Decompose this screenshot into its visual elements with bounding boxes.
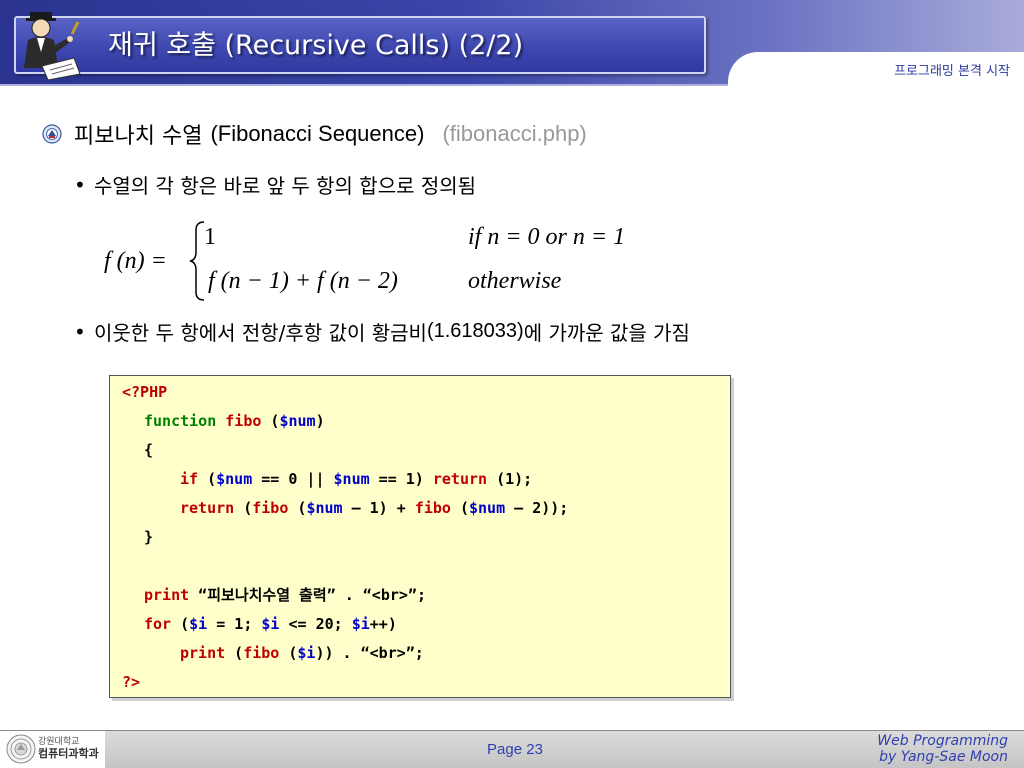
- fibonacci-formula: f (n) = 1 if n = 0 or n = 1 f (n − 1) + …: [104, 218, 664, 304]
- php-code-box: <?PHP function fibo ($num) { if ($num ==…: [109, 375, 731, 698]
- code-line-10: print (fibo ($i)) . “<br>”;: [180, 640, 424, 666]
- university-emblem-icon: [6, 734, 36, 764]
- sub-bullet-golden-ratio: • 이웃한 두 항에서 전항/후항 값이 황금비 (1.618033) 에 가까…: [74, 317, 690, 346]
- formula-case1-condition: if n = 0 or n = 1: [468, 224, 626, 250]
- function-name: fibo: [252, 499, 289, 517]
- function-name: fibo: [225, 412, 262, 430]
- code-token: ++): [369, 615, 397, 633]
- sub-bullet-ratio-text-before: 이웃한 두 항에서 전항/후항 값이 황금비: [94, 321, 427, 345]
- php-open-tag: <?PHP: [122, 383, 168, 401]
- bullet-dot: •: [74, 319, 86, 344]
- code-token: <= 20;: [279, 615, 352, 633]
- bullet-title-korean: 피보나치 수열: [74, 124, 203, 149]
- code-line-8: print “피보나치수열 출력” . “<br>”;: [144, 582, 426, 608]
- variable-token: $i: [261, 615, 280, 633]
- code-line-5: return (fibo ($num – 1) + fibo ($num – 2…: [180, 495, 568, 521]
- page-number: Page 23: [487, 741, 543, 758]
- code-token: == 1): [369, 470, 433, 488]
- code-token: == 0 ||: [252, 470, 334, 488]
- code-token: – 2));: [505, 499, 569, 517]
- keyword-return: return: [180, 499, 235, 517]
- keyword-function: function: [144, 412, 217, 430]
- keyword-if: if: [180, 470, 199, 488]
- code-token: (: [279, 644, 298, 662]
- code-token: (: [234, 499, 253, 517]
- code-token: (: [225, 644, 244, 662]
- section-label: 프로그래밍 본격 시작: [894, 64, 1010, 79]
- footer-school-line2: 컴퓨터과학과: [38, 747, 99, 760]
- bullet-title-english: (Fibonacci Sequence): [210, 121, 425, 146]
- footer-school-name: 강원대학교 컴퓨터과학과: [38, 737, 99, 759]
- variable-token: $i: [189, 615, 208, 633]
- footer-author: by Yang-Sae Moon: [879, 749, 1008, 765]
- code-token: }: [144, 528, 154, 546]
- variable-token: $num: [469, 499, 506, 517]
- keyword-print: print: [180, 644, 226, 662]
- code-token: (1);: [487, 470, 533, 488]
- variable-token: $i: [297, 644, 316, 662]
- code-line-11: ?>: [122, 669, 140, 695]
- function-name: fibo: [243, 644, 280, 662]
- bullet-emblem-icon: [42, 124, 62, 144]
- footer-course-name: Web Programming: [877, 733, 1008, 749]
- sub-bullet-definition-text: 수열의 각 항은 바로 앞 두 항의 합으로 정의됨: [94, 174, 477, 198]
- code-token: – 1) +: [342, 499, 415, 517]
- code-token: {: [144, 441, 154, 459]
- code-token: (: [261, 412, 280, 430]
- bullet-dot: •: [74, 172, 86, 197]
- code-line-9: for ($i = 1; $i <= 20; $i++): [144, 611, 397, 637]
- golden-ratio-value: (1.618033): [426, 320, 524, 342]
- bullet-filename: (fibonacci.php): [442, 121, 587, 146]
- keyword-for: for: [144, 615, 172, 633]
- keyword-print: print: [144, 586, 190, 604]
- teacher-clipart-icon: [24, 12, 81, 80]
- sub-bullet-definition: • 수열의 각 항은 바로 앞 두 항의 합으로 정의됨: [74, 170, 476, 199]
- code-line-1: <?PHP: [122, 379, 167, 405]
- code-token: (: [288, 499, 307, 517]
- formula-case2-value: f (n − 1) + f (n − 2): [208, 268, 398, 294]
- php-close-tag: ?>: [122, 673, 141, 691]
- code-line-2: function fibo ($num): [144, 408, 325, 434]
- code-line-4: if ($num == 0 || $num == 1) return (1);: [180, 466, 532, 492]
- footer-credit: Web Programming by Yang-Sae Moon: [877, 733, 1008, 765]
- code-token: (: [198, 470, 217, 488]
- keyword-return: return: [432, 470, 488, 488]
- formula-lhs: f (n) =: [104, 248, 167, 274]
- function-name: fibo: [414, 499, 451, 517]
- variable-token: $num: [216, 470, 253, 488]
- variable-token: $num: [333, 470, 370, 488]
- bullet-fibonacci: 피보나치 수열 (Fibonacci Sequence) (fibonacci.…: [42, 118, 587, 150]
- code-token: (: [450, 499, 469, 517]
- sub-bullet-ratio-text-after: 에 가까운 값을 가짐: [523, 321, 690, 345]
- formula-case2-condition: otherwise: [468, 268, 562, 294]
- formula-case1-value: 1: [204, 224, 216, 250]
- code-token: ): [315, 412, 325, 430]
- code-token: = 1;: [207, 615, 262, 633]
- code-line-6: }: [144, 524, 153, 550]
- variable-token: $i: [351, 615, 370, 633]
- slide-title: 재귀 호출 (Recursive Calls) (2/2): [108, 30, 524, 61]
- code-token: )) . “<br>”;: [315, 644, 424, 662]
- variable-token: $num: [306, 499, 343, 517]
- code-line-3: {: [144, 437, 153, 463]
- variable-token: $num: [279, 412, 316, 430]
- code-token: (: [171, 615, 190, 633]
- code-token: “피보나치수열 출력” . “<br>”;: [189, 586, 426, 604]
